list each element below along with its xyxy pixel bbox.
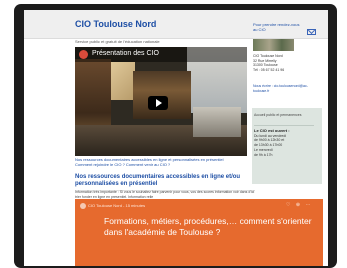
embedded-video[interactable]: CIO Toulouse Nord - 15 minutes ♡ ⊕ ⋯ For… [75, 199, 323, 266]
thumbnail-chairs [193, 107, 241, 137]
video-title-bar: Présentation des CIO [75, 47, 247, 62]
thumbnail-poster [111, 62, 135, 100]
panel-heading: Accueil public et permanences [254, 113, 302, 117]
address-block: CIO Toulouse Nord 32 Rue Mirrelly 31300 … [253, 54, 313, 73]
play-button[interactable] [148, 96, 168, 110]
page-subtitle: Service public et gratuit de l'éducation… [75, 39, 160, 44]
sidebar-heading[interactable]: Pour prendre rendez-vous au CIO [253, 22, 303, 32]
thumbnail-shelves-center [133, 71, 191, 119]
channel-logo-icon [80, 203, 86, 209]
opening-hours-panel: Accueil public et permanences Le CIO est… [252, 108, 322, 184]
site-title[interactable]: CIO Toulouse Nord [75, 19, 156, 29]
embedded-video-title[interactable]: Formations, métiers, procédures,… commen… [104, 216, 314, 238]
address-line: Tél : 05 67 52 41 96 [253, 68, 285, 73]
panel-body: Le CIO est ouvert : Du lundi au vendredi… [254, 128, 316, 157]
mail-icon[interactable] [307, 29, 316, 35]
hours-line: de 9h à 17h [254, 152, 273, 157]
video-actions[interactable]: ♡ ⊕ ⋯ [286, 202, 312, 208]
sidebar-photo [253, 39, 294, 51]
panel-divider [254, 125, 314, 126]
section-heading: Nos ressources documentaires accessibles… [75, 174, 241, 187]
contact-link[interactable]: Nous écrire : cio.toulousenord@ac-toulou… [253, 84, 308, 93]
video-channel[interactable]: CIO Toulouse Nord - 15 minutes [88, 203, 145, 208]
video-player[interactable]: Présentation des CIO [75, 47, 247, 156]
webpage: CIO Toulouse Nord Service public et grat… [24, 10, 328, 266]
channel-logo-icon [79, 50, 88, 59]
video-caption-links[interactable]: Comment rejoindre le CIO ? Comment venir… [75, 162, 235, 167]
video-title[interactable]: Présentation des CIO [92, 50, 159, 57]
